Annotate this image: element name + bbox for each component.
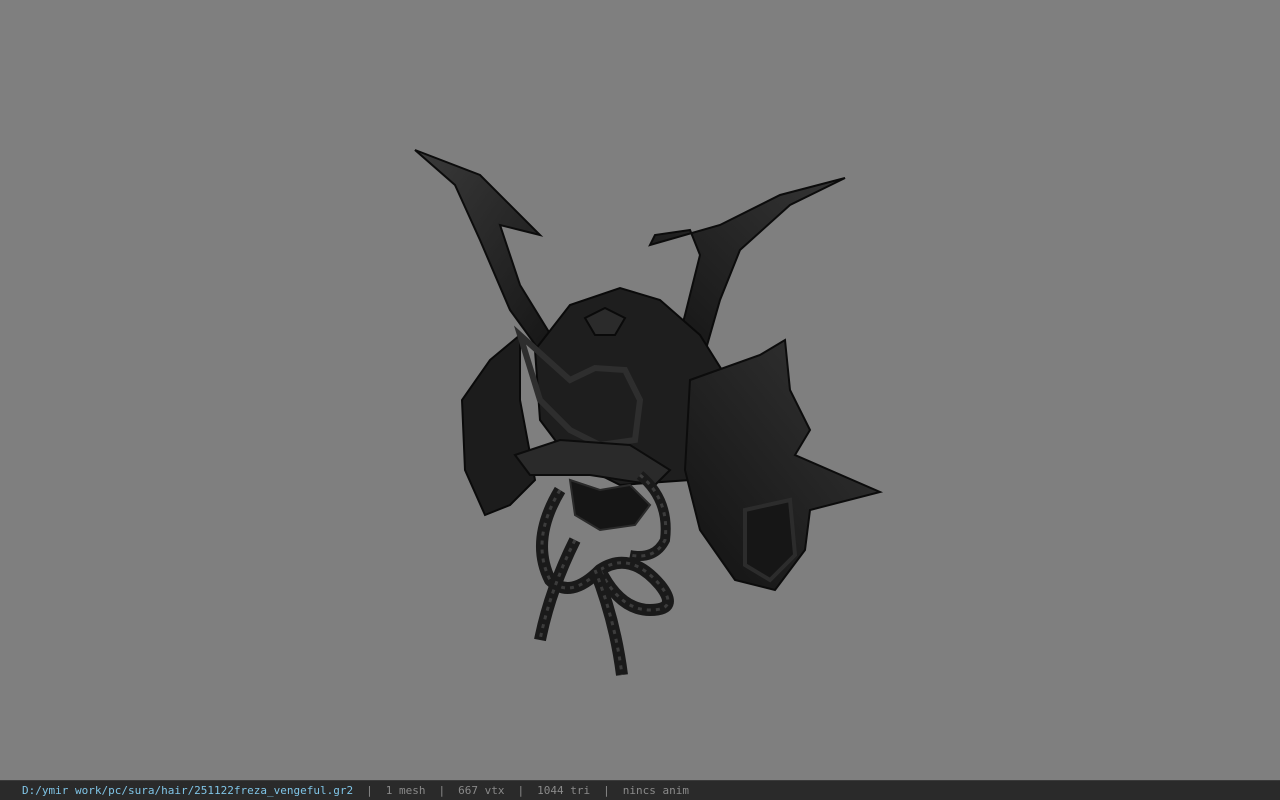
- helmet-model-icon[interactable]: [400, 140, 900, 690]
- status-bar: D:/ymir work/pc/sura/hair/251122freza_ve…: [0, 780, 1280, 800]
- file-path: D:/ymir work/pc/sura/hair/251122freza_ve…: [22, 784, 354, 797]
- 3d-viewport[interactable]: [0, 0, 1280, 780]
- separator: |: [603, 784, 610, 797]
- mesh-count: 1 mesh: [385, 784, 426, 797]
- triangle-count: 1044 tri: [537, 784, 591, 797]
- separator: |: [438, 784, 446, 797]
- separator: |: [517, 784, 525, 797]
- vertex-count: 667 vtx: [458, 784, 505, 797]
- separator: |: [366, 784, 373, 797]
- animation-status: nincs anim: [622, 784, 689, 797]
